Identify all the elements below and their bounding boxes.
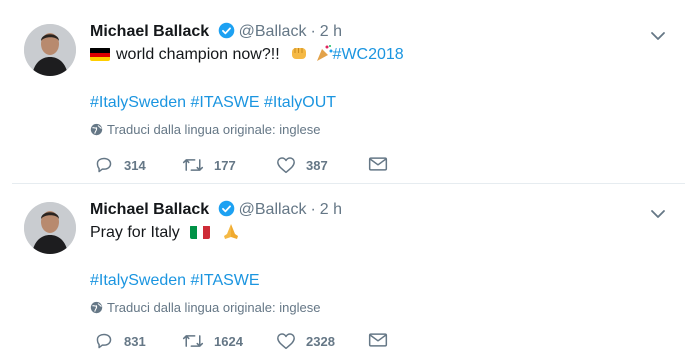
reply-button[interactable]: 831 — [94, 332, 146, 350]
tweet-header: Michael Ballack @Ballack · 2 h — [90, 22, 342, 45]
hashtag-link[interactable]: #ItalySweden #ITASWE #ItalyOUT — [90, 94, 336, 111]
tweet-text: world champion now?!! #WC2018 — [90, 44, 404, 69]
hashtags-line: #ItalySweden #ITASWE #ItalyOUT — [90, 92, 336, 114]
direct-message-button[interactable] — [368, 332, 388, 348]
envelope-icon — [368, 333, 388, 347]
hashtags-line: #ItalySweden #ITASWE — [90, 270, 260, 292]
separator-dot: · — [310, 201, 316, 218]
tweet-divider — [12, 183, 685, 184]
avatar[interactable] — [24, 24, 76, 76]
like-button[interactable]: 2328 — [276, 332, 335, 350]
translate-text: Traduci dalla lingua originale: inglese — [107, 300, 321, 315]
globe-icon — [90, 301, 103, 314]
reply-count: 314 — [124, 157, 146, 173]
retweet-icon — [182, 159, 204, 171]
reply-icon — [96, 157, 112, 173]
retweet-count: 1624 — [214, 333, 243, 349]
tweet-body: world champion now?!! — [116, 46, 280, 63]
fist-emoji-icon — [290, 44, 308, 69]
timestamp[interactable]: 2 h — [320, 201, 342, 218]
separator-dot: · — [310, 23, 316, 40]
chevron-down-icon[interactable] — [650, 206, 666, 222]
direct-message-button[interactable] — [368, 156, 388, 172]
translate-text: Traduci dalla lingua originale: inglese — [107, 122, 321, 137]
like-count: 387 — [306, 157, 328, 173]
chevron-down-icon[interactable] — [650, 28, 666, 44]
italy-flag-icon — [190, 225, 211, 239]
translate-link[interactable]: Traduci dalla lingua originale: inglese — [90, 122, 320, 137]
like-button[interactable]: 387 — [276, 156, 328, 174]
like-count: 2328 — [306, 333, 335, 349]
verified-badge-icon — [218, 200, 235, 223]
retweet-button[interactable]: 1624 — [182, 332, 243, 350]
timestamp[interactable]: 2 h — [320, 23, 342, 40]
heart-icon — [277, 333, 295, 350]
author-handle[interactable]: @Ballack — [239, 23, 307, 40]
party-popper-emoji-icon — [315, 44, 333, 69]
retweet-button[interactable]: 177 — [182, 156, 236, 174]
reply-button[interactable]: 314 — [94, 156, 146, 174]
retweet-count: 177 — [214, 157, 236, 173]
tweet-feed: Michael Ballack @Ballack · 2 h world champ… — [0, 0, 697, 361]
retweet-icon — [182, 335, 204, 347]
avatar[interactable] — [24, 202, 76, 254]
heart-icon — [277, 157, 295, 174]
envelope-icon — [368, 157, 388, 171]
hashtag-link[interactable]: #ItalySweden #ITASWE — [90, 272, 260, 289]
globe-icon — [90, 123, 103, 136]
praying-hands-emoji-icon — [221, 222, 241, 247]
author-name[interactable]: Michael Ballack — [90, 23, 209, 40]
tweet-header: Michael Ballack @Ballack · 2 h — [90, 200, 342, 223]
reply-icon — [96, 333, 112, 349]
author-handle[interactable]: @Ballack — [239, 201, 307, 218]
verified-badge-icon — [218, 22, 235, 45]
reply-count: 831 — [124, 333, 146, 349]
hashtag-link[interactable]: #WC2018 — [333, 46, 404, 63]
translate-link[interactable]: Traduci dalla lingua originale: inglese — [90, 300, 320, 315]
tweet-body: Pray for Italy — [90, 224, 180, 241]
author-name[interactable]: Michael Ballack — [90, 201, 209, 218]
tweet-text: Pray for Italy — [90, 222, 241, 247]
germany-flag-icon — [90, 47, 110, 61]
